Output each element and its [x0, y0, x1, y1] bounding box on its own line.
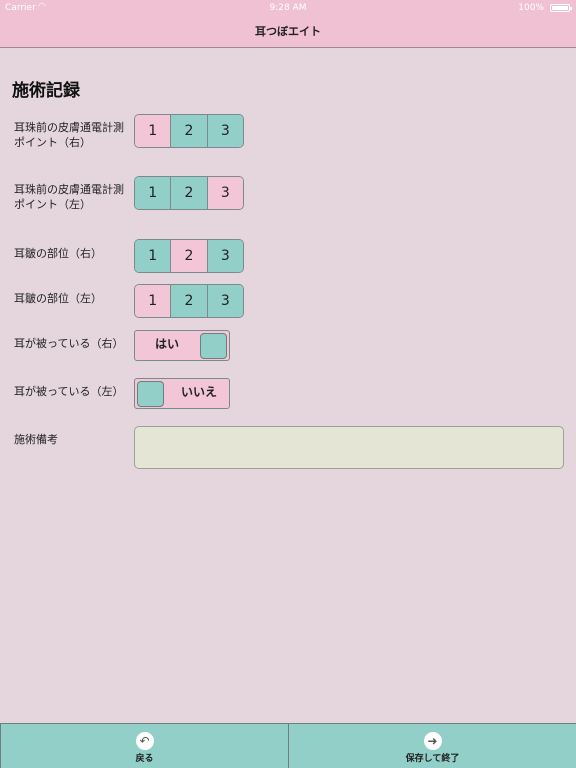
row-label-tragus-right: 耳珠前の皮膚通電計測ポイント（右）	[14, 121, 124, 149]
segment-option[interactable]: 1	[135, 240, 172, 272]
segmented-crease-right: 1 2 3	[134, 239, 244, 273]
covered-left-toggle[interactable]: いいえ	[134, 378, 230, 409]
status-time: 9:28 AM	[269, 3, 307, 13]
save-label: 保存して終了	[405, 754, 460, 764]
toggle-knob[interactable]	[137, 381, 164, 407]
toggle-value: いいえ	[180, 385, 217, 399]
status-bar: Carrier ◠ 9:28 AM 100%	[0, 0, 576, 16]
toggle-knob[interactable]	[200, 333, 227, 359]
segment-option[interactable]: 2	[171, 285, 208, 317]
row-label-crease-left: 耳皺の部位（左）	[14, 292, 102, 305]
tab-bar: ↶ 戻る ➜ 保存して終了	[0, 723, 576, 768]
toggle-label-covered-right: 耳が被っている（右）	[14, 337, 124, 350]
segmented-crease-left: 1 2 3	[134, 284, 244, 318]
row-label-crease-right: 耳皺の部位（右）	[14, 247, 102, 260]
segment-option[interactable]: 3	[207, 177, 243, 209]
row-label-tragus-left: 耳珠前の皮膚通電計測ポイント（左）	[14, 183, 124, 211]
segment-option[interactable]: 2	[171, 240, 208, 272]
battery-icon	[550, 4, 572, 12]
nav-title: 耳つぼエイト	[0, 16, 576, 48]
segment-option[interactable]: 2	[171, 115, 208, 147]
segment-option[interactable]: 3	[207, 285, 243, 317]
segment-option[interactable]: 2	[171, 177, 208, 209]
segment-option[interactable]: 1	[135, 177, 172, 209]
segment-option[interactable]: 1	[135, 285, 172, 317]
segmented-tragus-right: 1 2 3	[134, 114, 244, 148]
battery-percent: 100%	[518, 3, 544, 13]
segment-option[interactable]: 1	[135, 115, 172, 147]
save-and-finish-button[interactable]: ➜ 保存して終了	[288, 724, 576, 768]
notes-field[interactable]	[134, 426, 564, 469]
notes-label: 施術備考	[14, 433, 58, 446]
arrow-right-icon: ➜	[423, 732, 442, 750]
segmented-tragus-left: 1 2 3	[134, 176, 244, 210]
back-button[interactable]: ↶ 戻る	[0, 724, 288, 768]
back-label: 戻る	[135, 754, 154, 764]
undo-icon: ↶	[135, 732, 154, 750]
segment-option[interactable]: 3	[207, 115, 243, 147]
toggle-label-covered-left: 耳が被っている（左）	[14, 385, 124, 398]
section-title: 施術記録	[12, 81, 80, 101]
toggle-value: はい	[154, 337, 179, 351]
segment-option[interactable]: 3	[207, 240, 243, 272]
covered-right-toggle[interactable]: はい	[134, 330, 230, 361]
